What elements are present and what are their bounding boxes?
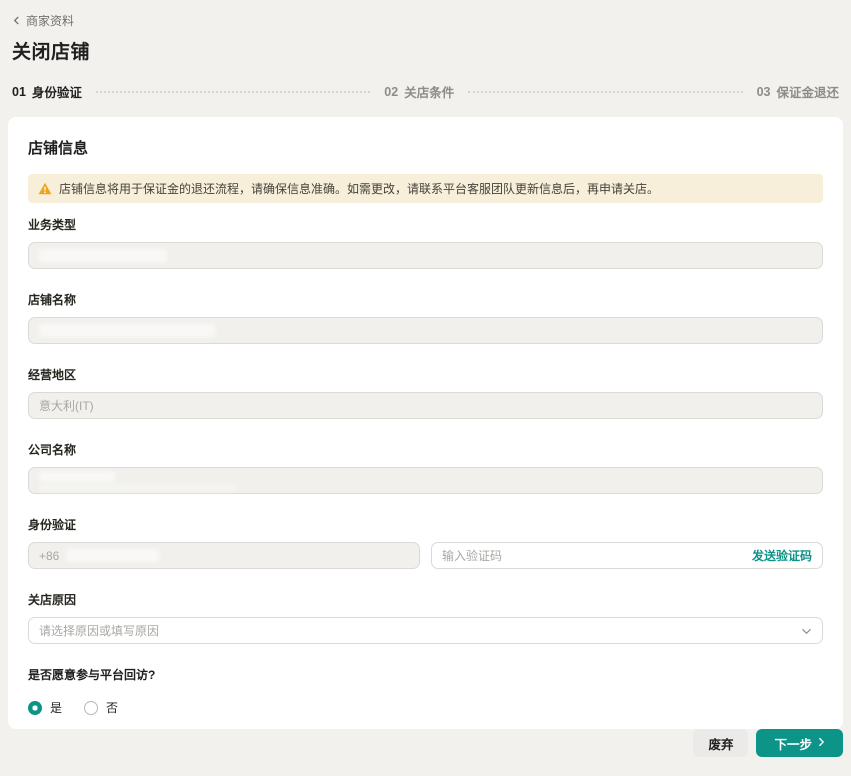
verification-code-field: 发送验证码 (431, 542, 823, 569)
field-company-name: 公司名称 (28, 441, 823, 494)
company-name-input (28, 467, 823, 494)
chevron-left-icon (12, 16, 21, 25)
select-placeholder: 请选择原因或填写原因 (39, 624, 160, 638)
page-header: 商家资料 关闭店铺 (0, 0, 851, 64)
field-identity-verification: 身份验证 +86 发送验证码 (28, 516, 823, 569)
shop-info-card: 店铺信息 店铺信息将用于保证金的退还流程，请确保信息准确。如需更改，请联系平台客… (8, 117, 843, 729)
send-code-button[interactable]: 发送验证码 (752, 547, 812, 564)
redacted-value (39, 471, 235, 492)
chevron-right-icon (818, 736, 825, 750)
step-connector (468, 90, 743, 93)
next-step-label: 下一步 (774, 737, 812, 752)
breadcrumb-back[interactable]: 商家资料 (12, 12, 74, 29)
business-type-input (28, 242, 823, 269)
field-label: 业务类型 (28, 218, 77, 232)
warning-banner: 店铺信息将用于保证金的退还流程，请确保信息准确。如需更改，请联系平台客服团队更新… (28, 174, 823, 203)
redacted-value (39, 249, 167, 262)
step-label: 身份验证 (31, 86, 82, 100)
step-indicator: 01 身份验证 02 关店条件 03 保证金退还 (0, 64, 851, 101)
closing-reason-select[interactable]: 请选择原因或填写原因 (28, 617, 823, 644)
field-shop-name: 店铺名称 (28, 291, 823, 344)
step-connector (95, 90, 371, 93)
step-number: 01 (12, 84, 26, 99)
breadcrumb-label: 商家资料 (26, 14, 75, 28)
footer-actions: 废弃 下一步 (693, 729, 843, 757)
next-step-button[interactable]: 下一步 (756, 729, 843, 757)
step-number: 03 (756, 84, 771, 99)
warning-icon (38, 182, 52, 195)
field-closing-reason: 关店原因 请选择原因或填写原因 (28, 591, 823, 644)
card-title: 店铺信息 (28, 140, 89, 157)
page-title: 关闭店铺 (12, 42, 91, 63)
verification-code-input[interactable] (442, 548, 744, 563)
region-value: 意大利(IT) (39, 399, 94, 413)
chevron-down-icon (801, 624, 812, 638)
field-label: 公司名称 (28, 443, 77, 457)
survey-question: 是否愿意参与平台回访? (28, 668, 156, 682)
radio-unselected-icon (84, 700, 99, 715)
discard-button[interactable]: 废弃 (693, 729, 749, 757)
redacted-phone (67, 549, 160, 562)
radio-yes[interactable]: 是 (28, 699, 62, 716)
field-business-type: 业务类型 (28, 216, 823, 269)
step-label: 关店条件 (404, 86, 455, 100)
field-label: 店铺名称 (28, 293, 77, 307)
field-label: 经营地区 (28, 368, 77, 382)
radio-selected-icon (28, 700, 42, 715)
radio-no[interactable]: 否 (84, 699, 118, 716)
phone-prefix: +86 (39, 548, 60, 563)
shop-name-input (28, 317, 823, 344)
redacted-value (39, 324, 215, 337)
radio-label: 否 (106, 701, 119, 715)
step-label: 保证金退还 (776, 86, 840, 100)
field-label: 身份验证 (28, 518, 77, 532)
step-closing-conditions: 02 关店条件 (384, 82, 454, 101)
warning-text: 店铺信息将用于保证金的退还流程，请确保信息准确。如需更改，请联系平台客服团队更新… (59, 182, 660, 196)
step-number: 02 (384, 84, 399, 99)
region-input: 意大利(IT) (28, 392, 823, 419)
radio-label: 是 (50, 701, 63, 715)
field-region: 经营地区 意大利(IT) (28, 366, 823, 419)
phone-input: +86 (28, 542, 420, 569)
step-deposit-refund: 03 保证金退还 (757, 82, 839, 101)
field-label: 关店原因 (28, 593, 77, 607)
field-survey: 是否愿意参与平台回访? 是 否 (28, 666, 823, 716)
step-identity-verification: 01 身份验证 (12, 82, 82, 101)
